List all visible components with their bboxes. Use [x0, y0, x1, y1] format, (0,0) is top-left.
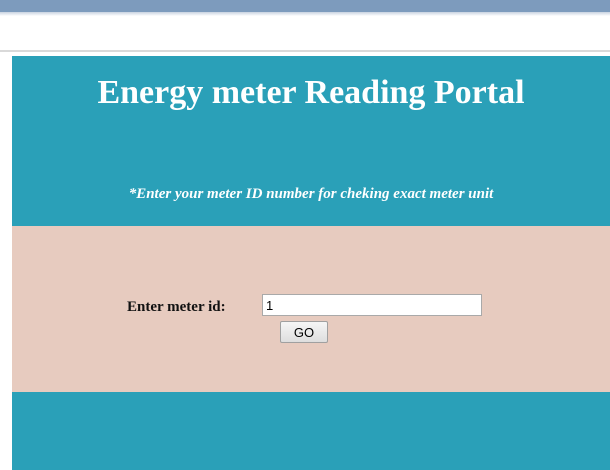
- go-button[interactable]: GO: [280, 321, 328, 343]
- meter-id-input[interactable]: [262, 294, 482, 316]
- browser-top-shadow: [0, 12, 610, 16]
- page-title: Energy meter Reading Portal: [97, 74, 525, 111]
- page-divider: [0, 50, 610, 52]
- meter-form-panel: Enter meter id: GO: [12, 226, 610, 392]
- footer-panel: [12, 392, 610, 470]
- page-subtitle: *Enter your meter ID number for cheking …: [128, 186, 494, 202]
- browser-top-bar: [0, 0, 610, 12]
- meter-id-label: Enter meter id:: [127, 299, 226, 315]
- header-panel: Energy meter Reading Portal *Enter your …: [12, 56, 610, 226]
